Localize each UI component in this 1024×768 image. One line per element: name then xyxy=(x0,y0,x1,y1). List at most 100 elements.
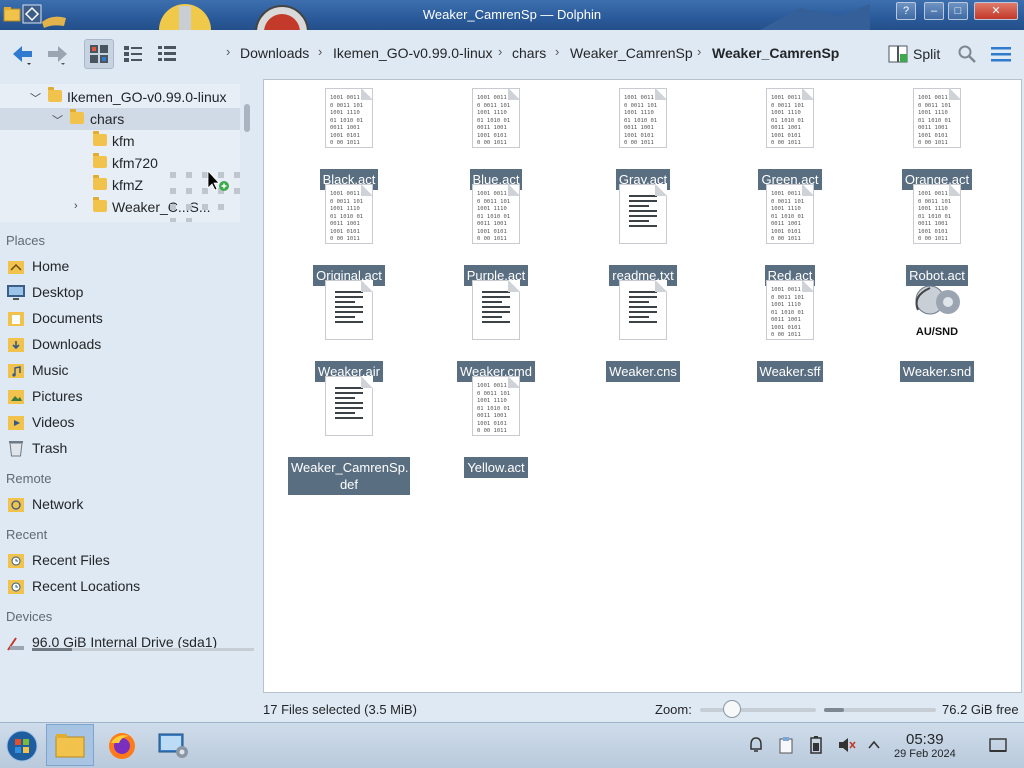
tree-item-label: chars xyxy=(90,111,125,127)
chevron-down-icon[interactable]: ﹀ xyxy=(52,112,63,128)
file-item[interactable]: AU/SND Weaker.snd xyxy=(876,280,998,382)
tree-item-ikemen[interactable]: ﹀ Ikemen_GO-v0.99.0-linux xyxy=(0,86,240,108)
file-name: Weaker.snd xyxy=(899,361,975,382)
hamburger-menu-button[interactable] xyxy=(986,39,1016,69)
pictures-icon xyxy=(8,390,24,404)
binary-file-icon: 1001 0011 0 0011 101 1001 1110 01 1010 0… xyxy=(766,280,814,340)
place-network[interactable]: Network xyxy=(6,492,256,516)
search-button[interactable] xyxy=(952,39,982,69)
zoom-slider[interactable] xyxy=(700,708,816,712)
file-item[interactable]: 1001 0011 0 0011 101 1001 1110 01 1010 0… xyxy=(288,88,410,190)
chevron-up-icon[interactable] xyxy=(866,737,882,753)
folder-icon xyxy=(48,87,62,102)
help-button[interactable]: ? xyxy=(896,2,916,20)
file-item[interactable]: 1001 0011 0 0011 101 1001 1110 01 1010 0… xyxy=(876,88,998,190)
file-item[interactable]: Weaker.air xyxy=(288,280,410,382)
toolbar: › Downloads › Ikemen_GO-v0.99.0-linux › … xyxy=(0,30,1024,78)
file-item[interactable]: 1001 0011 0 0011 101 1001 1110 01 1010 0… xyxy=(288,184,410,286)
breadcrumb-downloads[interactable]: Downloads xyxy=(240,45,309,61)
place-pictures[interactable]: Pictures xyxy=(6,384,256,408)
place-label: Downloads xyxy=(32,336,102,352)
back-button[interactable] xyxy=(8,39,38,69)
volume-muted-icon[interactable] xyxy=(836,735,856,755)
place-documents[interactable]: Documents xyxy=(6,306,256,330)
chevron-right-icon[interactable]: › xyxy=(74,200,78,212)
compact-view-button[interactable] xyxy=(118,39,148,69)
file-item[interactable]: 1001 0011 0 0011 101 1001 1110 01 1010 0… xyxy=(729,88,851,190)
place-label: Music xyxy=(32,362,69,378)
tree-item-kfm[interactable]: kfm xyxy=(0,130,240,152)
tree-item-label: kfm xyxy=(112,133,135,149)
downloads-icon xyxy=(8,338,24,352)
taskbar-system-settings[interactable] xyxy=(154,727,194,765)
breadcrumb-chars[interactable]: chars xyxy=(512,45,546,61)
taskbar-firefox[interactable] xyxy=(102,727,142,765)
place-desktop[interactable]: Desktop xyxy=(6,280,256,304)
remote-heading: Remote xyxy=(6,471,52,486)
binary-file-icon: 1001 0011 0 0011 101 1001 1110 01 1010 0… xyxy=(619,88,667,148)
show-desktop-icon[interactable] xyxy=(988,735,1008,755)
recent-heading: Recent xyxy=(6,527,48,542)
chevron-down-icon[interactable]: ﹀ xyxy=(30,90,41,106)
file-item[interactable]: Weaker_CamrenSp. def xyxy=(288,376,410,495)
place-label: Pictures xyxy=(32,388,83,404)
place-recent-files[interactable]: Recent Files xyxy=(6,548,256,572)
notifications-icon[interactable] xyxy=(746,735,766,755)
binary-file-icon: 1001 0011 0 0011 101 1001 1110 01 1010 0… xyxy=(472,88,520,148)
minimize-button[interactable]: – xyxy=(924,2,944,20)
split-button[interactable]: Split xyxy=(886,42,946,66)
folder-icon xyxy=(70,109,84,124)
close-button[interactable]: ✕ xyxy=(974,2,1018,20)
split-label: Split xyxy=(913,46,941,62)
place-music[interactable]: Music xyxy=(6,358,256,382)
forward-button[interactable] xyxy=(42,39,72,69)
recent-locations-icon xyxy=(8,580,24,594)
file-item[interactable]: 1001 0011 0 0011 101 1001 1110 01 1010 0… xyxy=(729,280,851,382)
breadcrumb-separator-icon: › xyxy=(318,44,323,59)
file-item[interactable]: Weaker.cns xyxy=(582,280,704,382)
search-icon xyxy=(958,45,976,63)
place-trash[interactable]: Trash xyxy=(6,436,256,460)
place-videos[interactable]: Videos xyxy=(6,410,256,434)
tree-item-label: Ikemen_GO-v0.99.0-linux xyxy=(67,89,227,105)
file-item[interactable]: Weaker.cmd xyxy=(435,280,557,382)
file-item[interactable]: 1001 0011 0 0011 101 1001 1110 01 1010 0… xyxy=(876,184,998,286)
file-item[interactable]: 1001 0011 0 0011 101 1001 1110 01 1010 0… xyxy=(582,88,704,190)
battery-icon[interactable] xyxy=(806,735,826,755)
breadcrumb-ikemen[interactable]: Ikemen_GO-v0.99.0-linux xyxy=(333,45,493,61)
clock-date[interactable]: 29 Feb 2024 xyxy=(894,748,956,760)
clock-time[interactable]: 05:39 xyxy=(906,731,944,748)
sidebar: ﹀ Ikemen_GO-v0.99.0-linux ﹀ chars kfm kf… xyxy=(0,78,262,698)
folder-icon xyxy=(93,197,107,212)
file-item[interactable]: 1001 0011 0 0011 101 1001 1110 01 1010 0… xyxy=(435,376,557,478)
trash-icon xyxy=(9,441,23,457)
breadcrumb-weaker-parent[interactable]: Weaker_CamrenSp xyxy=(570,45,693,61)
place-home[interactable]: Home xyxy=(6,254,256,278)
zoom-label: Zoom: xyxy=(655,702,692,717)
music-icon xyxy=(8,364,24,378)
breadcrumb-current[interactable]: Weaker_CamrenSp xyxy=(712,45,839,61)
place-downloads[interactable]: Downloads xyxy=(6,332,256,356)
selection-status: 17 Files selected (3.5 MiB) xyxy=(263,702,417,717)
file-item[interactable]: 1001 0011 0 0011 101 1001 1110 01 1010 0… xyxy=(729,184,851,286)
place-recent-locations[interactable]: Recent Locations xyxy=(6,574,256,598)
file-item[interactable]: readme.txt xyxy=(582,184,704,286)
file-item[interactable]: 1001 0011 0 0011 101 1001 1110 01 1010 0… xyxy=(435,88,557,190)
clipboard-icon[interactable] xyxy=(776,735,796,755)
tree-scrollbar[interactable] xyxy=(244,104,250,132)
places-heading: Places xyxy=(6,233,46,248)
icons-view-button[interactable] xyxy=(84,39,114,69)
file-view[interactable]: 1001 0011 0 0011 101 1001 1110 01 1010 0… xyxy=(263,79,1022,693)
binary-file-icon: 1001 0011 0 0011 101 1001 1110 01 1010 0… xyxy=(913,88,961,148)
place-label: Network xyxy=(32,496,84,512)
start-button[interactable] xyxy=(2,727,42,765)
file-item[interactable]: 1001 0011 0 0011 101 1001 1110 01 1010 0… xyxy=(435,184,557,286)
breadcrumb-separator-icon: › xyxy=(555,44,560,59)
tree-item-chars[interactable]: ﹀ chars xyxy=(0,108,240,130)
maximize-button[interactable]: □ xyxy=(948,2,968,20)
taskbar-dolphin[interactable] xyxy=(46,724,94,766)
details-view-button[interactable] xyxy=(152,39,182,69)
breadcrumb-separator-icon: › xyxy=(697,44,702,59)
file-name: Weaker.cns xyxy=(606,361,680,382)
binary-file-icon: 1001 0011 0 0011 101 1001 1110 01 1010 0… xyxy=(472,184,520,244)
